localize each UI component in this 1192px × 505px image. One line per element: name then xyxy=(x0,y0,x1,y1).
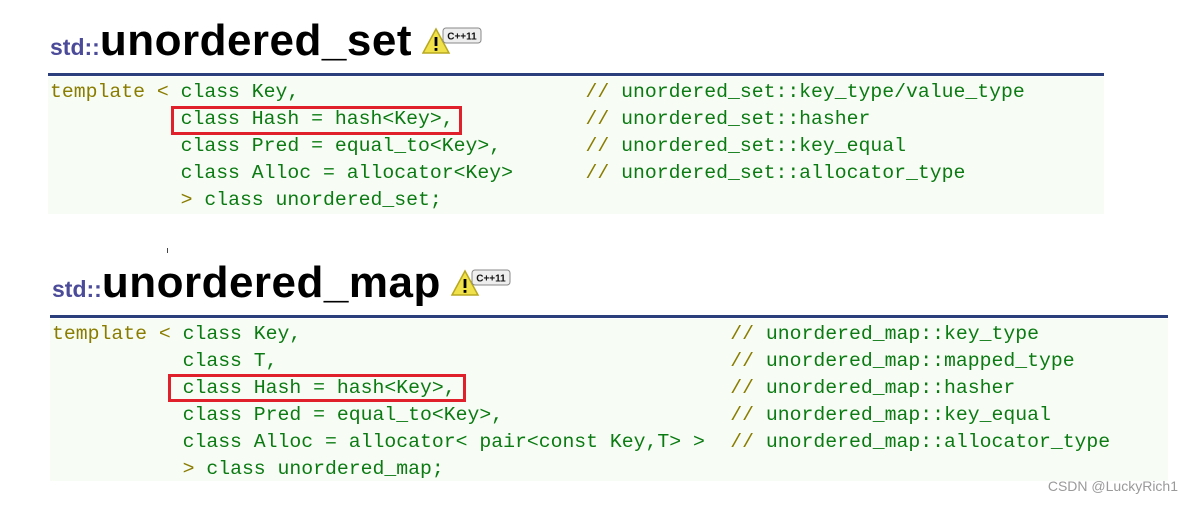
code-line: class T, // unordered_map::mapped_type xyxy=(52,348,1075,375)
code-line: > class unordered_map; xyxy=(52,456,444,483)
code-comment: // unordered_set::key_equal xyxy=(585,135,907,157)
code-line: > class unordered_set; xyxy=(50,187,442,214)
template-parameter: class Key, xyxy=(180,81,300,103)
svg-text:C++11: C++11 xyxy=(447,32,477,43)
code-comment: // unordered_map::hasher xyxy=(730,377,1016,399)
template-keyword: template < xyxy=(52,323,183,345)
template-parameter: class unordered_set; xyxy=(204,189,442,211)
template-parameter: class Alloc = allocator< pair<const Key,… xyxy=(182,431,705,453)
code-comment: // unordered_map::key_equal xyxy=(730,404,1051,426)
code-line: class Pred = equal_to<Key>, // unordered_… xyxy=(50,133,906,160)
class-name: unordered_set xyxy=(99,16,412,65)
code-comment: // unordered_set::allocator_type xyxy=(585,162,966,184)
code-comment: // unordered_map::key_type xyxy=(730,323,1039,345)
stray-mark xyxy=(167,248,168,253)
hash-highlight-box xyxy=(171,106,462,135)
template-parameter: class Alloc = allocator<Key> xyxy=(180,162,513,184)
template-parameter: class Pred = equal_to<Key>, xyxy=(182,404,504,426)
code-line: template < class Key, // unordered_set::k… xyxy=(50,79,1025,106)
template-close: > xyxy=(182,458,207,480)
template-parameter: class Pred = equal_to<Key>, xyxy=(180,135,502,157)
cpp11-warning-icon: C++11 xyxy=(450,269,511,296)
title-divider xyxy=(48,73,1104,76)
section-title: std:: unordered_map C++11 xyxy=(52,258,513,308)
namespace-label: std:: xyxy=(50,34,100,60)
code-comment: // unordered_map::allocator_type xyxy=(730,431,1111,453)
section-title: std:: unordered_set C++11 xyxy=(50,16,484,66)
template-keyword: template < xyxy=(50,81,181,103)
code-comment: // unordered_set::key_type/value_type xyxy=(585,81,1025,103)
template-parameter: class unordered_map; xyxy=(206,458,444,480)
namespace-label: std:: xyxy=(52,276,102,302)
svg-text:C++11: C++11 xyxy=(476,274,506,285)
title-divider xyxy=(50,315,1168,318)
class-name: unordered_map xyxy=(101,258,441,307)
code-comment: // unordered_map::mapped_type xyxy=(730,350,1075,372)
template-close: > xyxy=(180,189,205,211)
template-parameter: class T, xyxy=(182,350,278,372)
cpp11-warning-icon: C++11 xyxy=(421,27,482,54)
hash-highlight-box xyxy=(168,374,466,402)
code-line: class Alloc = allocator<Key> // unordered… xyxy=(50,160,966,187)
code-comment: // unordered_set::hasher xyxy=(585,108,871,130)
template-parameter: class Key, xyxy=(182,323,302,345)
code-block: template < class Key,// unordered_set::k… xyxy=(48,77,1104,214)
watermark: CSDN @LuckyRich1 xyxy=(1047,478,1178,494)
code-line: template < class Key, // unordered_map::k… xyxy=(52,321,1039,348)
code-line: class Pred = equal_to<Key>, // unordered_… xyxy=(52,402,1051,429)
code-line: class Alloc = allocator< pair<const Key,… xyxy=(52,429,1111,456)
